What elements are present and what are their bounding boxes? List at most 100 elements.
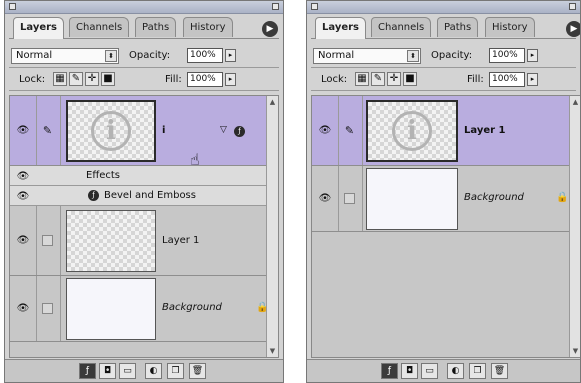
tab-channels[interactable]: Channels <box>371 17 432 37</box>
opacity-field[interactable]: 100% <box>489 48 525 63</box>
opacity-label: Opacity: <box>431 50 473 61</box>
link-cell[interactable] <box>36 276 61 341</box>
layer-thumbnail[interactable]: i <box>66 100 156 162</box>
layer-row-background[interactable]: 👁 Background 🔒 <box>312 166 569 232</box>
opacity-field[interactable]: 100% <box>187 48 223 63</box>
eye-icon[interactable]: 👁 <box>16 304 30 314</box>
new-layer-icon[interactable]: ❐ <box>469 363 486 379</box>
visibility-cell[interactable]: 👁 <box>312 96 339 165</box>
lock-all-icon[interactable]: ■ <box>101 72 115 86</box>
new-set-icon[interactable]: ▭ <box>119 363 136 379</box>
link-cell[interactable] <box>338 166 363 231</box>
opacity-slider-arrow-icon[interactable]: ▸ <box>527 49 538 62</box>
layer-row-background[interactable]: 👁 Background 🔒 <box>10 276 268 342</box>
fill-label: Fill: <box>467 74 484 85</box>
link-box-icon[interactable] <box>42 235 53 246</box>
blend-mode-select[interactable]: Normal ⬍ <box>11 48 119 64</box>
eye-icon[interactable]: 👁 <box>16 192 30 202</box>
layer-row-i[interactable]: 👁 ✎ i i ▽ ƒ ☝ <box>10 96 266 168</box>
add-layer-style-icon[interactable]: ƒ <box>381 363 398 379</box>
eye-icon[interactable]: 👁 <box>318 194 332 204</box>
opacity-slider-arrow-icon[interactable]: ▸ <box>225 49 236 62</box>
layer-thumbnail[interactable] <box>66 278 156 340</box>
layer-name[interactable]: Layer 1 <box>464 125 505 136</box>
close-box-icon[interactable] <box>9 3 16 10</box>
scrollbar[interactable]: ▲ ▼ <box>569 96 580 357</box>
panel-menu-arrow-icon[interactable]: ▶ <box>262 21 278 37</box>
fill-slider-arrow-icon[interactable]: ▸ <box>225 73 236 86</box>
link-cell[interactable]: ✎ <box>338 96 363 165</box>
blend-mode-select[interactable]: Normal ⬍ <box>313 48 421 64</box>
tab-channels[interactable]: Channels <box>69 17 130 37</box>
lock-transparency-icon[interactable]: ▦ <box>53 72 67 86</box>
visibility-cell[interactable]: 👁 <box>312 166 339 231</box>
lock-image-icon[interactable]: ✎ <box>371 72 385 86</box>
brush-icon: ✎ <box>344 124 355 137</box>
layer-row-layer1[interactable]: 👁 Layer 1 <box>10 206 266 276</box>
layers-list[interactable]: 👁 ✎ i i ▽ ƒ ☝ 👁 Effects 👁 ƒ Bevel and Em… <box>9 95 279 358</box>
new-adjustment-layer-icon[interactable]: ◐ <box>447 363 464 379</box>
tab-history[interactable]: History <box>183 17 233 37</box>
fill-field[interactable]: 100% <box>489 72 525 87</box>
add-mask-icon[interactable]: ◘ <box>99 363 116 379</box>
add-layer-style-icon[interactable]: ƒ <box>79 363 96 379</box>
scrollbar[interactable]: ▲ ▼ <box>266 96 278 357</box>
link-cell[interactable]: ✎ <box>36 96 61 165</box>
trash-icon[interactable]: 🗑 <box>189 363 206 379</box>
divider <box>9 67 279 68</box>
visibility-cell[interactable]: 👁 <box>10 276 37 341</box>
layer-thumbnail[interactable] <box>66 210 156 272</box>
eye-icon[interactable]: 👁 <box>16 172 30 182</box>
eye-icon[interactable]: 👁 <box>16 126 30 136</box>
eye-icon[interactable]: 👁 <box>16 236 30 246</box>
eye-icon[interactable]: 👁 <box>318 126 332 136</box>
effect-name: Bevel and Emboss <box>104 190 196 201</box>
layer-name[interactable]: Layer 1 <box>162 235 199 246</box>
fill-slider-arrow-icon[interactable]: ▸ <box>527 73 538 86</box>
layer-name[interactable]: Background <box>464 192 524 203</box>
visibility-cell[interactable]: 👁 <box>10 206 37 275</box>
add-mask-icon[interactable]: ◘ <box>401 363 418 379</box>
lock-transparency-icon[interactable]: ▦ <box>355 72 369 86</box>
new-set-icon[interactable]: ▭ <box>421 363 438 379</box>
trash-icon[interactable]: 🗑 <box>491 363 508 379</box>
effect-bevel-row[interactable]: 👁 ƒ Bevel and Emboss <box>10 186 266 206</box>
fill-field[interactable]: 100% <box>187 72 223 87</box>
link-cell[interactable] <box>36 206 61 275</box>
collapse-box-icon[interactable] <box>272 3 279 10</box>
layers-list[interactable]: 👁 ✎ i Layer 1 👁 Background 🔒 ▲ ▼ <box>311 95 580 358</box>
tab-layers[interactable]: Layers <box>13 17 64 39</box>
layer-thumbnail[interactable]: i <box>366 100 458 162</box>
layer-thumbnail[interactable] <box>366 168 458 230</box>
layer-name[interactable]: Background <box>162 302 222 313</box>
expand-triangle-icon[interactable]: ▽ <box>220 125 227 135</box>
collapse-box-icon[interactable] <box>569 3 576 10</box>
palette-title-bar[interactable] <box>5 1 283 14</box>
layer-row-layer1[interactable]: 👁 ✎ i Layer 1 <box>312 96 569 166</box>
link-box-icon[interactable] <box>42 303 53 314</box>
tab-paths[interactable]: Paths <box>135 17 177 37</box>
scroll-down-icon[interactable]: ▼ <box>267 345 278 357</box>
blend-mode-value: Normal <box>318 50 355 61</box>
panel-menu-arrow-icon[interactable]: ▶ <box>566 21 580 37</box>
lock-position-icon[interactable]: ✛ <box>387 72 401 86</box>
new-layer-icon[interactable]: ❐ <box>167 363 184 379</box>
effects-label: Effects <box>86 170 120 181</box>
layer-name[interactable]: i <box>162 125 165 136</box>
palette-title-bar[interactable] <box>307 1 580 14</box>
new-adjustment-layer-icon[interactable]: ◐ <box>145 363 162 379</box>
tab-layers[interactable]: Layers <box>315 17 366 39</box>
tab-paths[interactable]: Paths <box>437 17 479 37</box>
scroll-up-icon[interactable]: ▲ <box>570 96 580 108</box>
visibility-cell[interactable]: 👁 <box>10 96 37 165</box>
scroll-down-icon[interactable]: ▼ <box>570 345 580 357</box>
effects-row[interactable]: 👁 Effects <box>10 166 266 186</box>
link-box-icon[interactable] <box>344 193 355 204</box>
lock-image-icon[interactable]: ✎ <box>69 72 83 86</box>
close-box-icon[interactable] <box>311 3 318 10</box>
effects-icon[interactable]: ƒ <box>234 126 245 137</box>
scroll-up-icon[interactable]: ▲ <box>267 96 278 108</box>
lock-position-icon[interactable]: ✛ <box>85 72 99 86</box>
tab-history[interactable]: History <box>485 17 535 37</box>
lock-all-icon[interactable]: ■ <box>403 72 417 86</box>
